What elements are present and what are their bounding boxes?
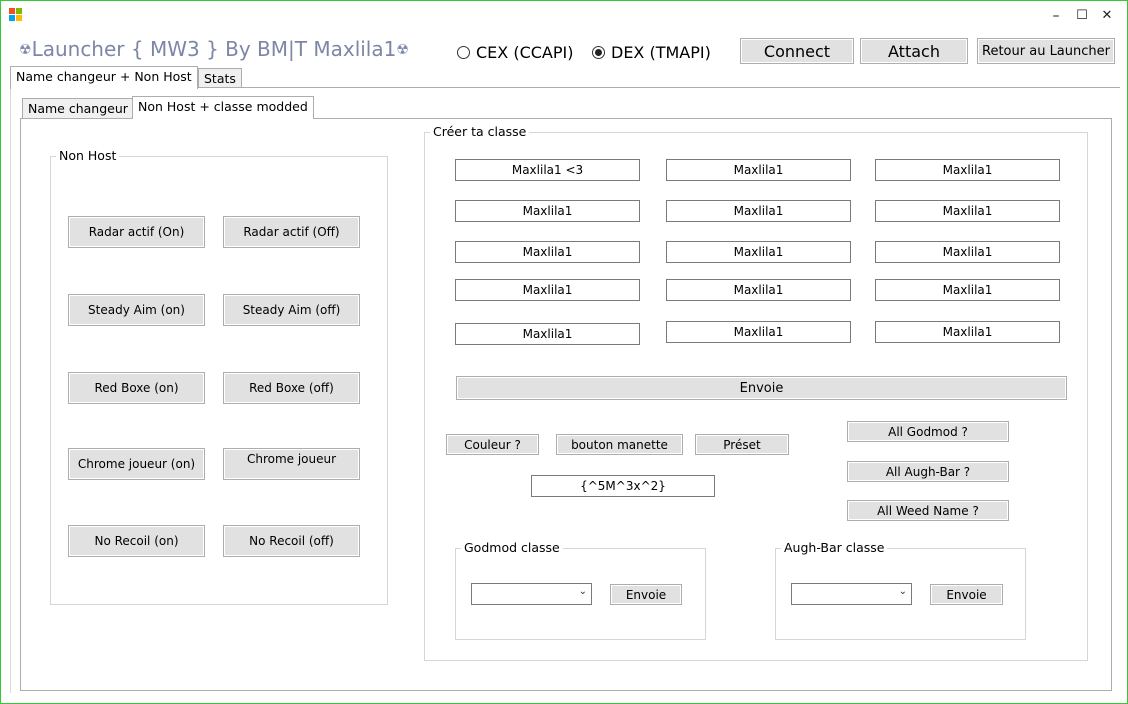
class-field[interactable]: Maxlila1 <3 <box>455 159 640 181</box>
no-recoil-on-button[interactable]: No Recoil (on) <box>68 525 205 557</box>
class-field[interactable]: Maxlila1 <box>666 159 851 181</box>
augh-bar-select[interactable]: ⌄ <box>791 583 912 605</box>
chevron-down-icon[interactable]: ⌄ <box>579 586 587 597</box>
red-boxe-off-button[interactable]: Red Boxe (off) <box>223 372 360 404</box>
radar-on-button[interactable]: Radar actif (On) <box>68 216 205 248</box>
class-field[interactable]: Maxlila1 <box>875 321 1060 343</box>
class-field[interactable]: Maxlila1 <box>455 279 640 301</box>
class-creator-legend: Créer ta classe <box>430 124 530 139</box>
godmod-legend: Godmod classe <box>461 540 563 555</box>
all-augh-bar-button[interactable]: All Augh-Bar ? <box>847 461 1009 482</box>
controller-button[interactable]: bouton manette <box>556 434 683 455</box>
all-weed-name-button[interactable]: All Weed Name ? <box>847 500 1009 521</box>
tab-name-changeur-non-host[interactable]: Name changeur + Non Host <box>10 66 198 89</box>
color-button[interactable]: Couleur ? <box>446 434 539 455</box>
connect-button[interactable]: Connect <box>740 38 854 64</box>
tab-name-changeur[interactable]: Name changeur <box>22 98 134 118</box>
red-boxe-on-button[interactable]: Red Boxe (on) <box>68 372 205 404</box>
chrome-joueur-on-button[interactable]: Chrome joueur (on) <box>68 448 205 480</box>
class-field[interactable]: Maxlila1 <box>455 200 640 222</box>
non-host-legend: Non Host <box>56 148 120 163</box>
attach-button[interactable]: Attach <box>860 38 968 64</box>
dex-radio-label: DEX (TMAPI) <box>611 43 711 62</box>
tab-page-left-edge <box>10 87 11 693</box>
augh-bar-send-button[interactable]: Envoie <box>930 584 1003 605</box>
window: – ☐ ✕ ☢Launcher { MW3 } By BM|T Maxlila1… <box>0 0 1128 704</box>
close-icon[interactable]: ✕ <box>1096 5 1118 27</box>
class-field[interactable]: Maxlila1 <box>666 200 851 222</box>
radio-icon[interactable] <box>592 46 605 59</box>
class-field[interactable]: Maxlila1 <box>455 323 640 345</box>
class-field[interactable]: Maxlila1 <box>666 321 851 343</box>
color-code-field[interactable]: {^5M^3x^2} <box>531 475 715 497</box>
no-recoil-off-button[interactable]: No Recoil (off) <box>223 525 360 557</box>
tab-stats[interactable]: Stats <box>198 68 242 88</box>
app-title-text: Launcher { MW3 } By BM|T Maxlila1 <box>31 37 397 61</box>
class-field[interactable]: Maxlila1 <box>875 159 1060 181</box>
class-field[interactable]: Maxlila1 <box>875 200 1060 222</box>
chrome-joueur-off-button[interactable]: Chrome joueur <box>223 448 360 480</box>
chevron-down-icon[interactable]: ⌄ <box>899 586 907 597</box>
send-class-button[interactable]: Envoie <box>456 376 1067 400</box>
tab-non-host-classe-modded[interactable]: Non Host + classe modded <box>132 96 314 119</box>
back-to-launcher-button[interactable]: Retour au Launcher <box>977 38 1115 64</box>
class-field[interactable]: Maxlila1 <box>666 279 851 301</box>
app-title: ☢Launcher { MW3 } By BM|T Maxlila1☢ <box>19 37 409 61</box>
minimize-icon[interactable]: – <box>1045 5 1067 27</box>
cex-radio-label: CEX (CCAPI) <box>476 43 574 62</box>
class-field[interactable]: Maxlila1 <box>875 279 1060 301</box>
class-field[interactable]: Maxlila1 <box>875 241 1060 263</box>
radar-off-button[interactable]: Radar actif (Off) <box>223 216 360 248</box>
steady-aim-on-button[interactable]: Steady Aim (on) <box>68 294 205 326</box>
radio-icon[interactable] <box>457 46 470 59</box>
godmod-send-button[interactable]: Envoie <box>610 584 682 605</box>
radiation-icon: ☢ <box>396 42 409 58</box>
augh-bar-legend: Augh-Bar classe <box>781 540 888 555</box>
cex-radio[interactable]: CEX (CCAPI) <box>457 43 573 62</box>
preset-button[interactable]: Préset <box>695 434 789 455</box>
dex-radio[interactable]: DEX (TMAPI) <box>592 43 711 62</box>
steady-aim-off-button[interactable]: Steady Aim (off) <box>223 294 360 326</box>
all-godmod-button[interactable]: All Godmod ? <box>847 421 1009 442</box>
radiation-icon: ☢ <box>19 42 32 58</box>
class-field[interactable]: Maxlila1 <box>666 241 851 263</box>
class-field[interactable]: Maxlila1 <box>455 241 640 263</box>
app-icon <box>9 8 22 21</box>
godmod-select[interactable]: ⌄ <box>471 583 592 605</box>
maximize-icon[interactable]: ☐ <box>1071 5 1093 27</box>
